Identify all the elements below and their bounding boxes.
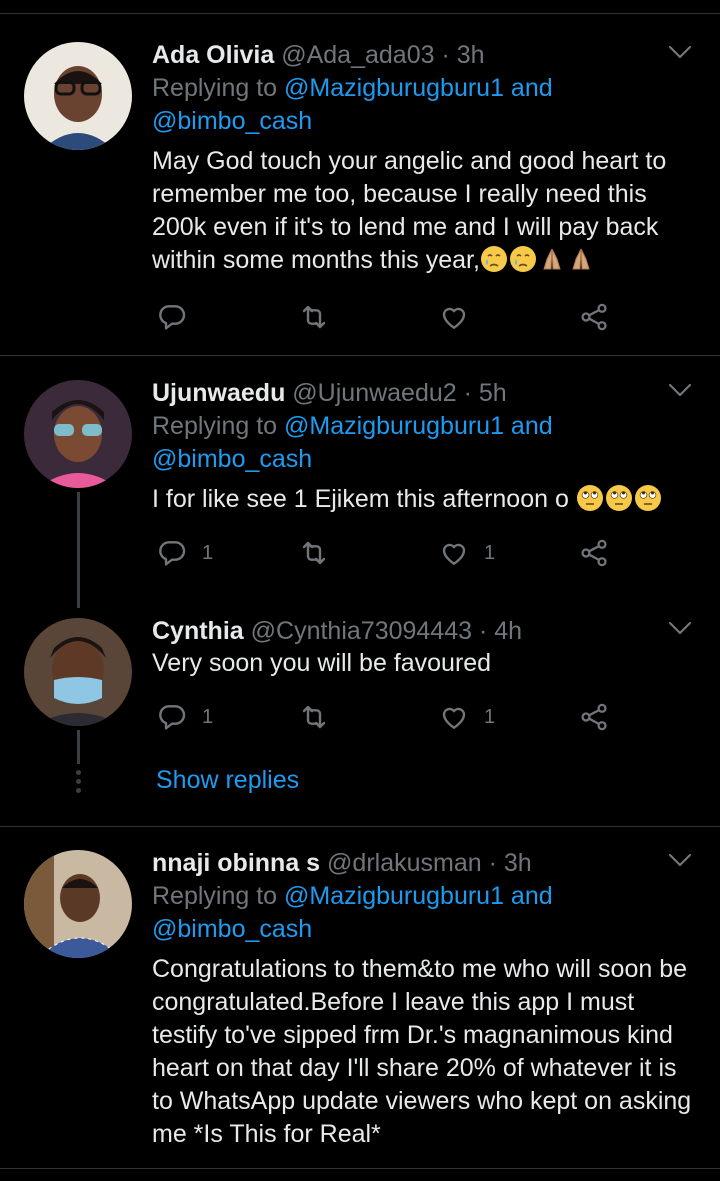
retweet-icon bbox=[298, 701, 330, 733]
display-name[interactable]: Ada Olivia bbox=[152, 41, 274, 69]
timestamp: · 5h bbox=[463, 379, 507, 407]
mention-link[interactable]: @Mazigburugburu1 bbox=[284, 412, 504, 440]
crying-face-emoji bbox=[509, 245, 537, 273]
tweet-header: nnaji obinna s @drlakusman · 3h bbox=[152, 848, 532, 878]
tweet-text: I for like see 1 Ejikem this afternoon o bbox=[152, 483, 697, 516]
chevron-down-icon[interactable] bbox=[668, 852, 692, 868]
chevron-down-icon[interactable] bbox=[668, 382, 692, 398]
retweet-icon bbox=[298, 537, 330, 569]
mention-link[interactable]: @bimbo_cash bbox=[152, 445, 312, 473]
reply-button[interactable]: 1 bbox=[156, 700, 213, 734]
tweet[interactable]: Cynthia @Cynthia73094443 · 4h Very soon … bbox=[0, 616, 720, 796]
mention-link[interactable]: @Mazigburugburu1 bbox=[284, 882, 504, 910]
share-icon bbox=[578, 301, 610, 333]
timestamp: · 3h bbox=[488, 849, 532, 877]
share-button[interactable] bbox=[578, 536, 610, 570]
rolling-eyes-emoji bbox=[576, 484, 604, 512]
chevron-down-icon[interactable] bbox=[668, 44, 692, 60]
like-count: 1 bbox=[484, 541, 496, 564]
like-icon bbox=[438, 301, 470, 333]
reply-button[interactable] bbox=[156, 300, 202, 334]
tweet-text: Congratulations to them&to me who will s… bbox=[152, 955, 692, 1148]
tweet-header: Ujunwaedu @Ujunwaedu2 · 5h bbox=[152, 378, 507, 408]
tweet-header: Cynthia @Cynthia73094443 · 4h bbox=[152, 616, 522, 646]
timestamp: · 3h bbox=[441, 41, 485, 69]
reply-count: 1 bbox=[202, 705, 214, 728]
user-handle[interactable]: @Ada_ada03 bbox=[281, 41, 434, 69]
avatar[interactable] bbox=[24, 850, 132, 958]
top-divider bbox=[0, 13, 720, 14]
avatar[interactable] bbox=[24, 42, 132, 150]
tweet[interactable]: Ada Olivia @Ada_ada03 · 3h Replying to @… bbox=[0, 40, 720, 340]
user-handle[interactable]: @Ujunwaedu2 bbox=[292, 379, 456, 407]
user-handle[interactable]: @Cynthia73094443 bbox=[251, 617, 472, 645]
display-name[interactable]: Ujunwaedu bbox=[152, 379, 285, 407]
tweet-text: Very soon you will be favoured bbox=[152, 649, 492, 677]
reply-icon bbox=[156, 301, 188, 333]
timestamp: · 4h bbox=[478, 617, 523, 645]
folded-hands-emoji bbox=[538, 245, 566, 273]
avatar[interactable] bbox=[24, 618, 132, 726]
crying-face-emoji bbox=[480, 245, 508, 273]
tweet-divider bbox=[0, 826, 720, 827]
tweet-header: Ada Olivia @Ada_ada03 · 3h bbox=[152, 40, 485, 70]
display-name[interactable]: Cynthia bbox=[152, 617, 244, 645]
thread-connector bbox=[77, 492, 80, 608]
like-button[interactable]: 1 bbox=[438, 536, 495, 570]
like-count: 1 bbox=[484, 705, 496, 728]
tweet[interactable]: Ujunwaedu @Ujunwaedu2 · 5h Replying to @… bbox=[0, 378, 720, 578]
mention-link[interactable]: @Mazigburugburu1 bbox=[284, 74, 504, 102]
retweet-button[interactable] bbox=[298, 700, 330, 734]
share-icon bbox=[578, 537, 610, 569]
share-button[interactable] bbox=[578, 700, 610, 734]
replying-to: Replying to @Mazigburugburu1 and @bimbo_… bbox=[152, 882, 553, 943]
reply-icon bbox=[156, 701, 188, 733]
reply-count: 1 bbox=[202, 541, 214, 564]
chevron-down-icon[interactable] bbox=[668, 620, 692, 636]
reply-icon bbox=[156, 537, 188, 569]
folded-hands-emoji bbox=[567, 245, 595, 273]
more-replies-dots bbox=[76, 770, 81, 797]
retweet-icon bbox=[298, 301, 330, 333]
like-button[interactable]: 1 bbox=[438, 700, 495, 734]
action-bar: 1 1 bbox=[156, 536, 616, 570]
thread-connector bbox=[77, 730, 80, 764]
share-icon bbox=[578, 701, 610, 733]
tweet-text: May God touch your angelic and good hear… bbox=[152, 147, 667, 274]
rolling-eyes-emoji bbox=[605, 484, 633, 512]
tweet-divider bbox=[0, 355, 720, 356]
rolling-eyes-emoji bbox=[634, 484, 662, 512]
reply-button[interactable]: 1 bbox=[156, 536, 213, 570]
like-icon bbox=[438, 701, 470, 733]
mention-link[interactable]: @bimbo_cash bbox=[152, 915, 312, 943]
display-name[interactable]: nnaji obinna s bbox=[152, 849, 320, 877]
user-handle[interactable]: @drlakusman bbox=[327, 849, 482, 877]
like-button[interactable] bbox=[438, 300, 484, 334]
replying-to: Replying to @Mazigburugburu1 and @bimbo_… bbox=[152, 412, 553, 473]
replying-to: Replying to @Mazigburugburu1 and @bimbo_… bbox=[152, 74, 553, 135]
action-bar: 1 1 bbox=[156, 700, 616, 734]
retweet-button[interactable] bbox=[298, 300, 330, 334]
like-icon bbox=[438, 537, 470, 569]
action-bar bbox=[156, 300, 616, 334]
mention-link[interactable]: @bimbo_cash bbox=[152, 107, 312, 135]
share-button[interactable] bbox=[578, 300, 610, 334]
bottom-divider bbox=[0, 1168, 720, 1169]
show-replies-link[interactable]: Show replies bbox=[156, 766, 299, 795]
tweet[interactable]: nnaji obinna s @drlakusman · 3h Replying… bbox=[0, 848, 720, 1168]
retweet-button[interactable] bbox=[298, 536, 330, 570]
avatar[interactable] bbox=[24, 380, 132, 488]
